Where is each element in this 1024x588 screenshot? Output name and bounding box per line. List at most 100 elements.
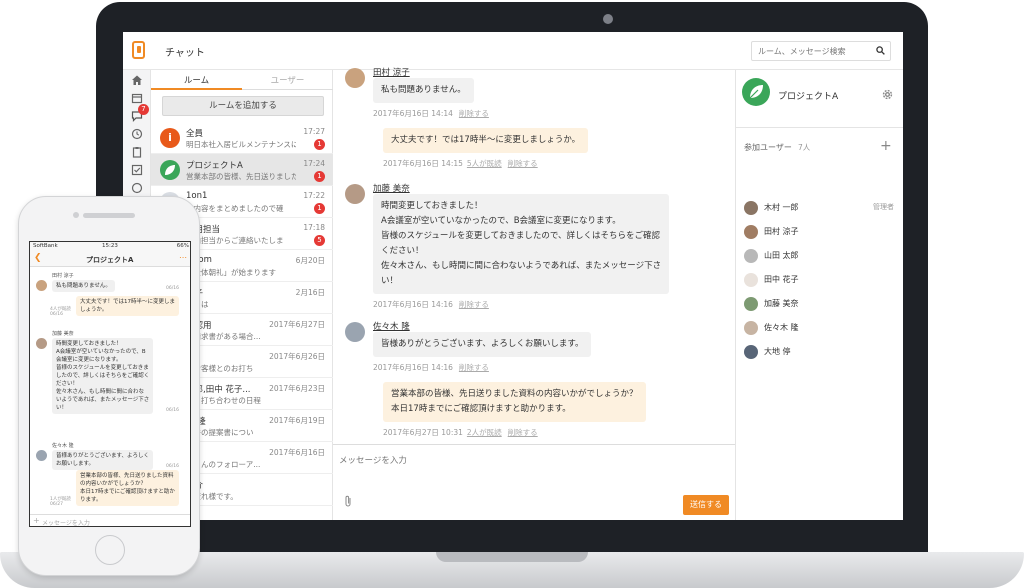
member-row[interactable]: 山田 太郎 — [744, 248, 900, 264]
sender-name[interactable]: 佐々木 隆 — [373, 320, 410, 332]
laptop-camera — [603, 14, 613, 24]
unread-badge: 1 — [314, 203, 325, 214]
phone-sender-avatar — [36, 450, 47, 461]
room-time: 2017年6月26日 — [269, 352, 325, 361]
members-heading: 参加ユーザー — [744, 143, 792, 152]
add-room-button[interactable]: ルームを追加する — [162, 96, 324, 116]
delete-link[interactable]: 削除する — [459, 363, 489, 372]
member-name: 佐々木 隆 — [764, 323, 799, 332]
delete-link[interactable]: 削除する — [459, 300, 489, 309]
gear-icon[interactable] — [882, 89, 893, 100]
phone-message-time: 06/16 — [166, 408, 179, 413]
message-bubble: 時間変更しておきました！ A会議室が空いていなかったので、B会議室に変更になります… — [373, 194, 670, 294]
delete-link[interactable]: 削除する — [508, 428, 538, 437]
phone-sender-avatar — [36, 280, 47, 291]
more-icon[interactable]: ⋯ — [179, 253, 187, 262]
room-info-panel: プロジェクトA 参加ユーザー 7人 + 木村 一郎 管理者田村 涼子山田 太郎田中… — [735, 70, 903, 520]
room-row[interactable]: i 全員 明日本社入居ビルメンテナンスに 17:27 1 — [151, 122, 333, 154]
member-name: 加藤 美奈 — [764, 299, 799, 308]
member-row[interactable]: 田中 花子 — [744, 272, 900, 288]
message-time: 2017年6月16日 14:16 — [373, 363, 453, 372]
room-name: 全員 — [186, 129, 204, 139]
member-row[interactable]: 佐々木 隆 — [744, 320, 900, 336]
room-name: 1on1 — [186, 191, 208, 201]
sender-name[interactable]: 田村 涼子 — [373, 66, 410, 78]
phone-composer[interactable]: + メッセージを入力 — [30, 514, 190, 526]
message-time: 2017年6月16日 14:14 — [373, 109, 453, 118]
member-avatar — [744, 225, 758, 239]
delete-link[interactable]: 削除する — [508, 159, 538, 168]
member-row[interactable]: 木村 一郎 管理者 — [744, 200, 900, 216]
members-count: 7人 — [798, 143, 811, 152]
search-input[interactable] — [752, 42, 870, 60]
message-bubble: 大丈夫です！では17時半〜に変更しましょうか。 — [383, 128, 589, 153]
unread-badge: 5 — [314, 235, 325, 246]
member-avatar — [744, 273, 758, 287]
room-preview: 営業本部の皆様、先日送りました — [186, 172, 296, 181]
room-title: プロジェクトA — [778, 92, 839, 102]
member-name: 山田 太郎 — [764, 251, 799, 260]
clipboard-icon[interactable] — [131, 146, 143, 158]
sender-name[interactable]: 加藤 美奈 — [373, 182, 410, 194]
phone-frame: SoftBank 15:23 66% ❮ プロジェクトA ⋯ 田村 涼子 私も問題… — [18, 196, 200, 576]
sender-avatar — [345, 68, 365, 88]
room-row[interactable]: プロジェクトA 営業本部の皆様、先日送りました 17:24 1 — [151, 154, 333, 186]
room-time: 17:27 — [303, 127, 325, 136]
phone-message-bubble: 皆様ありがとうございます、よろしく お願いします。 — [52, 450, 154, 470]
member-role: 管理者 — [873, 203, 894, 211]
message-bubble: 私も問題ありません。 — [373, 78, 474, 103]
app-header: チャット — [123, 32, 903, 70]
tab-rooms[interactable]: ルーム — [151, 74, 242, 86]
room-preview: のお客様とのお打ち — [186, 364, 254, 373]
calendar-icon[interactable] — [131, 92, 143, 104]
message-input[interactable] — [339, 453, 719, 469]
room-preview: お疲れ様です。 — [186, 492, 238, 501]
member-row[interactable]: 田村 涼子 — [744, 224, 900, 240]
clock-icon[interactable] — [131, 182, 143, 194]
phone-message-input[interactable]: メッセージを入力 — [42, 518, 90, 526]
room-tabs: ルーム ユーザー — [151, 70, 333, 90]
carrier-label: SoftBank — [33, 243, 58, 249]
delete-link[interactable]: 削除する — [459, 109, 489, 118]
unread-badge: 1 — [314, 171, 325, 182]
room-time: 17:22 — [303, 191, 325, 200]
search-icon[interactable] — [876, 46, 885, 55]
composer: 送信する — [333, 444, 735, 520]
attachment-icon[interactable] — [343, 495, 353, 508]
add-member-icon[interactable]: + — [880, 138, 892, 154]
app-window: チャット 7 ルーム ユーザー ルームを追加する i全員明日 — [123, 32, 903, 520]
member-row[interactable]: 大地 停 — [744, 344, 900, 360]
phone-sender-name: 加藤 美奈 — [52, 331, 74, 337]
task-check-icon[interactable] — [131, 164, 143, 176]
plus-icon[interactable]: + — [33, 516, 40, 525]
member-row[interactable]: 加藤 美奈 — [744, 296, 900, 312]
send-button[interactable]: 送信する — [683, 495, 729, 515]
history-icon[interactable] — [131, 128, 143, 140]
tab-users[interactable]: ユーザー — [242, 74, 333, 86]
member-name: 田中 花子 — [764, 275, 799, 284]
member-avatar — [744, 345, 758, 359]
message-time: 2017年6月27日 10:31 — [383, 428, 463, 437]
phone-sender-name: 田村 涼子 — [52, 273, 74, 279]
phone-speaker — [83, 213, 135, 218]
room-preview: 木くんのフォローア... — [186, 460, 261, 469]
member-name: 木村 一郎 — [764, 203, 799, 212]
phone-room-title: プロジェクトA — [86, 256, 134, 264]
divider — [736, 127, 903, 128]
read-receipt-link[interactable]: 5人が既読 — [467, 159, 502, 168]
status-clock: 15:23 — [102, 243, 118, 249]
chat-thread: 田村 涼子 私も問題ありません。 2017年6月16日 14:14 削除する 大丈夫です… — [333, 68, 735, 520]
search-box[interactable] — [751, 41, 891, 61]
app-logo-icon[interactable] — [132, 41, 145, 59]
message-meta: 2017年6月27日 10:31 2人が既読 削除する — [383, 427, 538, 438]
phone-home-button[interactable] — [95, 535, 125, 565]
back-chevron-icon[interactable]: ❮ — [34, 253, 42, 263]
room-time: 17:24 — [303, 159, 325, 168]
message-time: 2017年6月16日 14:16 — [373, 300, 453, 309]
room-preview: 「全体朝礼」が始まります — [186, 268, 276, 277]
phone-message-time: 4人が既読 06/16 — [50, 307, 71, 317]
room-time: 2017年6月23日 — [269, 384, 325, 393]
home-icon[interactable] — [131, 74, 143, 86]
member-name: 大地 停 — [764, 347, 791, 356]
read-receipt-link[interactable]: 2人が既読 — [467, 428, 502, 437]
